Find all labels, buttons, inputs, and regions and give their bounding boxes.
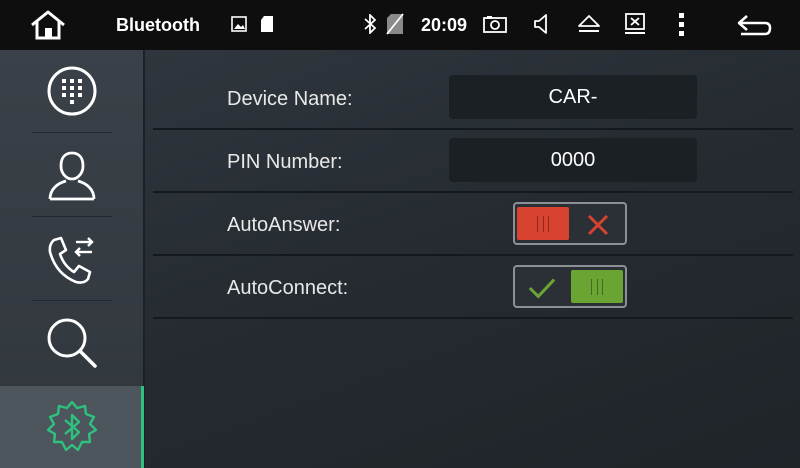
divider <box>153 317 793 319</box>
volume-icon[interactable] <box>534 13 550 35</box>
bluetooth-settings-icon <box>46 400 97 452</box>
sidebar-item-bluetooth-settings[interactable] <box>0 386 143 468</box>
sidebar-item-search[interactable] <box>0 302 143 384</box>
device-name-row: Device Name: CAR- <box>145 67 800 130</box>
eject-icon[interactable] <box>578 14 600 34</box>
auto-answer-row: AutoAnswer: <box>145 193 800 256</box>
auto-answer-label: AutoAnswer: <box>227 214 341 236</box>
active-indicator <box>141 386 144 468</box>
contacts-icon <box>48 151 95 201</box>
pin-number-label: PIN Number: <box>227 151 343 173</box>
close-window-icon[interactable] <box>624 13 646 35</box>
pin-number-field[interactable]: 0000 <box>449 138 697 182</box>
search-icon <box>47 318 97 368</box>
dialpad-icon <box>47 66 96 116</box>
no-sim-icon <box>386 13 404 35</box>
page-title: Bluetooth <box>116 15 200 35</box>
call-log-icon <box>48 236 94 284</box>
image-icon <box>231 16 247 32</box>
auto-connect-label: AutoConnect: <box>227 277 349 299</box>
checkmark-icon <box>528 278 556 299</box>
pin-number-row: PIN Number: 0000 <box>145 130 800 193</box>
sidebar-item-contacts[interactable] <box>0 134 143 216</box>
sd-card-icon <box>261 16 273 32</box>
clock: 20:09 <box>421 15 468 35</box>
bluetooth-settings-panel: Device Name: CAR- PIN Number: 0000 AutoA… <box>145 50 800 468</box>
auto-connect-row: AutoConnect: <box>145 256 800 319</box>
bluetooth-icon <box>364 14 376 34</box>
sidebar-item-call-log[interactable] <box>0 218 143 300</box>
auto-connect-toggle[interactable] <box>513 265 627 308</box>
status-bar: Bluetooth 20:09 <box>0 0 800 50</box>
x-icon <box>587 214 609 236</box>
sidebar <box>0 50 145 468</box>
camera-icon[interactable] <box>483 15 507 33</box>
back-icon[interactable] <box>735 12 773 38</box>
home-icon[interactable] <box>28 10 68 40</box>
toggle-knob <box>571 270 623 303</box>
more-icon[interactable] <box>679 13 685 37</box>
device-name-label: Device Name: <box>227 88 353 110</box>
sidebar-item-dialpad[interactable] <box>0 50 143 132</box>
auto-answer-toggle[interactable] <box>513 202 627 245</box>
device-name-field[interactable]: CAR- <box>449 75 697 119</box>
toggle-knob <box>517 207 569 240</box>
